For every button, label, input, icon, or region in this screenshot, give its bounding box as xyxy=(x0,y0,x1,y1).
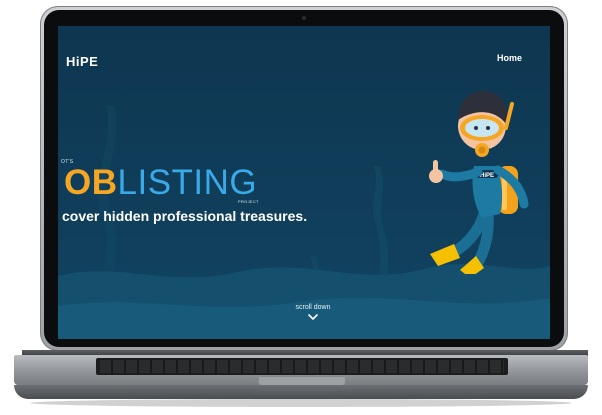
scroll-down-label[interactable]: scroll down xyxy=(295,304,330,311)
keyboard-keys xyxy=(100,360,504,373)
hero-title-ob: OB xyxy=(64,163,118,202)
hero-project-label: PROJECT xyxy=(238,199,259,204)
camera-icon xyxy=(302,16,306,20)
hero-title-listing: LISTING xyxy=(117,163,258,202)
brand-logo[interactable]: HiPE xyxy=(66,54,98,69)
hero-tagline: cover hidden professional treasures. xyxy=(62,208,308,224)
diver-illustration: HiPE xyxy=(429,91,529,274)
laptop-front-edge xyxy=(14,385,588,399)
nav-home-link[interactable]: Home xyxy=(497,53,522,63)
diver-badge: HiPE xyxy=(480,173,494,179)
laptop-shadow xyxy=(30,399,572,407)
screen: HiPE Home OT'S OBLISTING PROJECT cover h… xyxy=(58,26,550,339)
chevron-down-icon[interactable] xyxy=(308,314,318,320)
hero-title: OBLISTING xyxy=(64,164,257,202)
laptop-mockup: HiPE Home OT'S OBLISTING PROJECT cover h… xyxy=(0,0,602,415)
